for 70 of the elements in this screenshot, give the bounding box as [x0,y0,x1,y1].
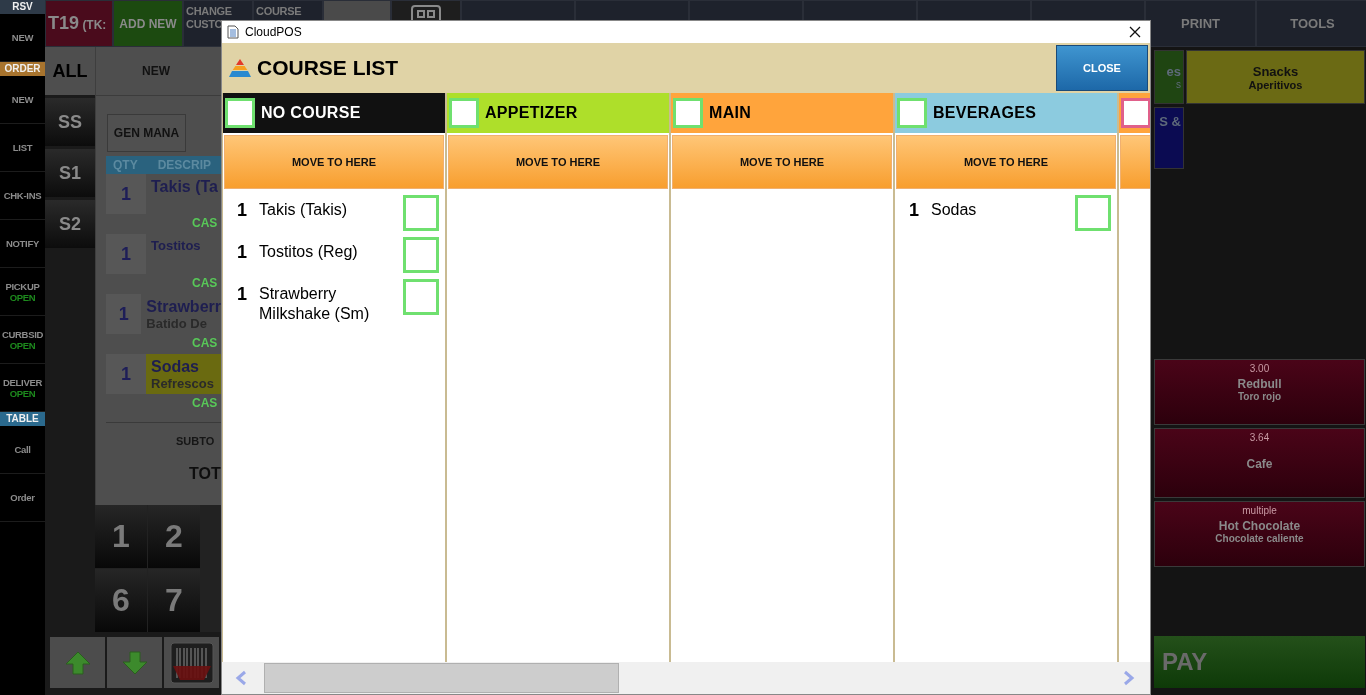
seat-tab[interactable]: ALL [45,47,95,95]
item-name: Takis (Takis) [259,200,348,220]
quantity-cell: 1 [106,294,142,334]
checkbox[interactable] [403,195,439,231]
pyramid-icon [228,58,252,78]
checkbox[interactable] [449,98,479,128]
scroll-button[interactable] [107,637,162,688]
payment-label: CAS [191,215,219,232]
toolbar-button[interactable]: PRINT [1145,0,1256,47]
numpad-key[interactable]: 2 [148,505,200,568]
toolbar-button[interactable]: TOOLS [1256,0,1366,47]
quantity-text: 1 [237,199,247,221]
scrollbar-thumb[interactable] [264,663,619,693]
checkbox[interactable] [673,98,703,128]
document-icon [227,25,239,39]
quantity-cell: 1 [106,354,146,394]
category-button[interactable]: Snacks Aperitivos [1186,50,1365,104]
scroll-button[interactable] [164,637,219,688]
course-header: APPETIZER [447,93,669,133]
course-header: BEVERAGES [895,93,1117,133]
menu-item-button[interactable]: multiple Hot Chocolate Chocolate caliente [1154,501,1365,567]
subtotal-label: SUBTO [175,434,216,447]
scroll-button[interactable] [50,637,105,688]
course-header: MAIN [671,93,893,133]
item-description[interactable]: Sodas Refrescos [146,354,221,394]
scroll-left-icon[interactable] [234,670,248,686]
quantity-text: 1 [237,283,247,305]
move-here-button[interactable]: MOVE TO HERE [672,135,892,189]
section-label: TABLE [0,412,45,426]
item-name: Sodas [931,200,978,220]
move-here-button[interactable]: MOVE TO HERE [896,135,1116,189]
up-arrow-icon [64,650,91,675]
ticket-button[interactable]: T19 (TK: [45,0,113,47]
barcode-icon [169,641,214,684]
seat-tab[interactable]: SS [45,98,95,146]
close-button[interactable]: CLOSE [1056,45,1148,91]
checkbox[interactable] [897,98,927,128]
payment-label: CAS [191,275,219,292]
checkbox[interactable] [1075,195,1111,231]
numpad-key[interactable]: 7 [148,569,200,632]
course-header: NO COURSE [223,93,445,133]
add-new-button[interactable]: ADD NEW [113,0,183,47]
menu-item-button[interactable]: 3.64 Cafe [1154,428,1365,498]
numpad-key[interactable]: 1 [95,505,147,568]
numpad-key[interactable]: 6 [95,569,147,632]
checkbox[interactable] [225,98,255,128]
item-name: Tostitos (Reg) [259,242,359,262]
checkbox[interactable] [403,279,439,315]
quantity-cell: 1 [106,174,146,214]
item-name: Strawberry Milkshake (Sm) [259,284,371,324]
seat-tab[interactable]: S1 [45,149,95,197]
checkbox[interactable] [403,237,439,273]
section-label: RSV [0,0,45,14]
quantity-text: 1 [909,199,919,221]
move-here-button[interactable]: MOVE TO HERE [224,135,444,189]
quantity-cell: 1 [106,234,146,274]
payment-label: CAS [191,335,219,352]
seat-tab[interactable]: S2 [45,200,95,248]
quantity-text: 1 [237,241,247,263]
guest-button[interactable]: GEN MANA [107,114,186,152]
move-here-button[interactable]: MOVE TO HERE [448,135,668,189]
category-button[interactable]: S & [1154,107,1184,169]
payment-label: CAS [191,395,219,412]
menu-item-button[interactable]: 3.00 Redbull Toro rojo [1154,359,1365,425]
close-icon [1129,26,1141,38]
total-label: TOT [188,464,221,483]
section-label: ORDER [0,62,45,76]
down-arrow-icon [121,650,148,675]
scroll-right-icon[interactable] [1122,670,1136,686]
dialog-heading: COURSE LIST [257,56,399,80]
